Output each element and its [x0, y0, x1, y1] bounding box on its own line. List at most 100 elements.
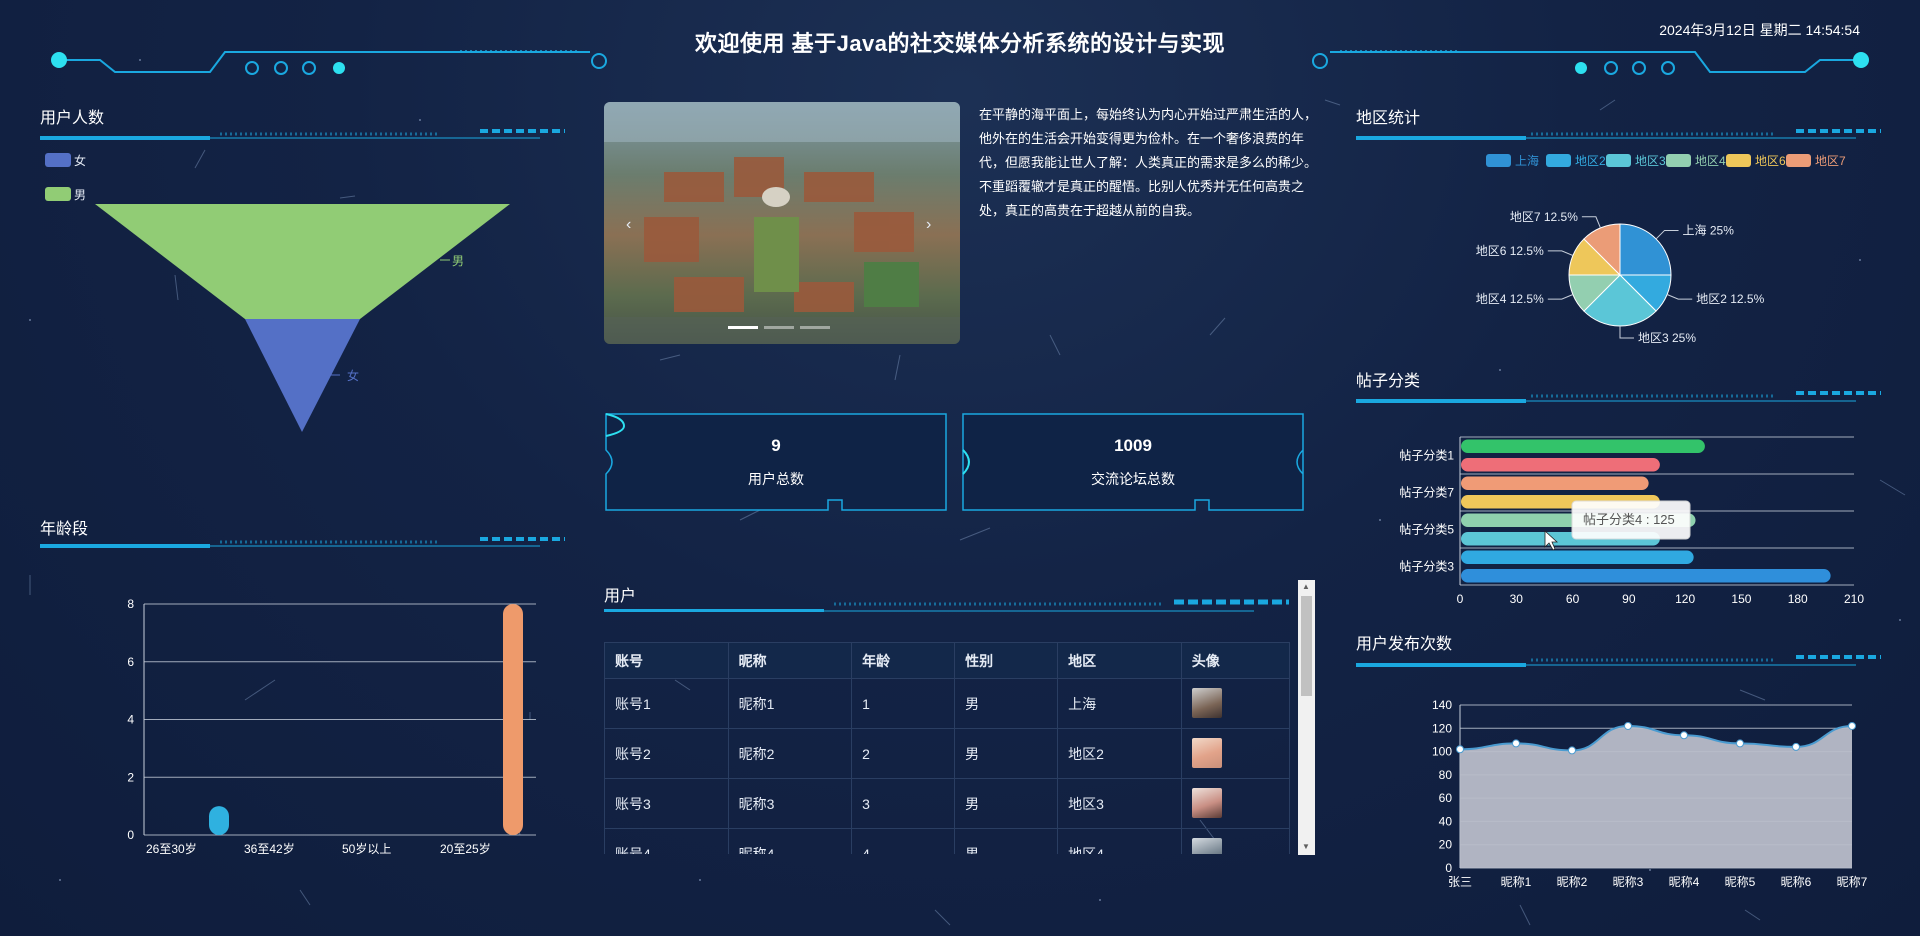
scroll-up-icon[interactable]: ▲	[1302, 582, 1310, 591]
gender-funnel-chart: 男 女	[95, 204, 510, 432]
x-tick-label: 昵称5	[1725, 875, 1756, 889]
data-point[interactable]	[1848, 721, 1856, 730]
avatar-photo-icon[interactable]	[1191, 737, 1222, 768]
cell-nickname: 昵称4	[727, 828, 853, 854]
column-header-region[interactable]: 地区	[1057, 642, 1182, 679]
column-header-avatar[interactable]: 头像	[1180, 642, 1290, 679]
tooltip-text: 帖子分类4 : 125	[1583, 512, 1675, 527]
age-bar-chart: 0 2 4 6 8 26至30岁 36至42岁 50岁以上 20至25岁	[127, 597, 536, 856]
y-tick-label: 20	[1439, 838, 1453, 852]
y-tick-label: 6	[127, 655, 134, 669]
section-title-user-posts: 用户发布次数	[1356, 636, 1453, 653]
category-bar[interactable]	[1461, 439, 1705, 454]
legend-label-female[interactable]: 女	[74, 152, 86, 169]
cell-gender: 男	[954, 828, 1059, 854]
card-frame	[962, 413, 1304, 511]
category-bar[interactable]	[1461, 458, 1660, 472]
pie-label-line	[1666, 294, 1693, 300]
avatar-photo-icon[interactable]	[1191, 837, 1222, 854]
x-tick-label: 昵称1	[1501, 875, 1532, 889]
table-row[interactable]: 账号1 昵称1 1 男 上海	[604, 678, 1290, 729]
x-tick-label: 张三	[1448, 875, 1472, 889]
age-bar[interactable]	[209, 806, 229, 835]
x-tick-label: 90	[1622, 592, 1636, 605]
table-row[interactable]: 账号2 昵称2 2 男 地区2	[604, 728, 1290, 779]
y-tick-label: 80	[1439, 768, 1453, 782]
data-point[interactable]	[1512, 739, 1520, 748]
avatar-photo-icon[interactable]	[1191, 687, 1222, 718]
legend-swatch[interactable]	[1486, 154, 1511, 167]
pie-label: 地区4 12.5%	[1476, 292, 1544, 306]
section-divider	[604, 599, 1289, 612]
funnel-segment-female[interactable]	[245, 319, 360, 432]
stat-value-forum: 1009	[1114, 436, 1152, 455]
stat-label-users: 用户总数	[748, 471, 804, 487]
legend-swatch[interactable]	[1726, 154, 1751, 167]
legend-label[interactable]: 上海	[1515, 153, 1539, 168]
legend-swatch[interactable]	[1666, 154, 1691, 167]
pie-label: 地区2 12.5%	[1696, 292, 1764, 306]
x-tick-label: 昵称3	[1613, 875, 1644, 889]
cell-region: 地区2	[1057, 728, 1182, 779]
cell-nickname: 昵称3	[727, 778, 853, 829]
y-tick-label: 帖子分类3	[1399, 559, 1454, 574]
data-point[interactable]	[1680, 731, 1688, 740]
legend-label[interactable]: 地区6	[1755, 154, 1786, 168]
card-frame	[605, 413, 947, 511]
chevron-right-icon[interactable]: ›	[926, 216, 931, 234]
y-tick-label: 40	[1439, 814, 1453, 828]
legend-label[interactable]: 地区2	[1575, 154, 1606, 168]
table-row[interactable]: 账号4 昵称4 4 男 地区4	[604, 828, 1290, 854]
data-point[interactable]	[1624, 721, 1632, 730]
legend-swatch[interactable]	[1786, 154, 1811, 167]
carousel-indicator-3[interactable]	[800, 326, 830, 329]
y-tick-label: 120	[1432, 721, 1452, 735]
chevron-left-icon[interactable]: ‹	[626, 216, 631, 234]
carousel-indicator-1[interactable]	[728, 326, 758, 329]
data-point[interactable]	[1568, 746, 1576, 755]
cell-avatar	[1180, 678, 1290, 729]
cell-account: 账号4	[604, 828, 729, 854]
column-header-account[interactable]: 账号	[604, 642, 729, 679]
legend-label[interactable]: 地区7	[1815, 154, 1846, 168]
age-bar[interactable]	[503, 604, 523, 835]
column-header-gender[interactable]: 性别	[954, 642, 1059, 679]
funnel-segment-male[interactable]	[95, 204, 510, 319]
legend-label[interactable]: 地区3	[1635, 154, 1666, 168]
campus-carousel[interactable]: ‹ ›	[604, 102, 960, 344]
region-pie-chart: 上海 地区2 地区3 地区4 地区6 地区7 上海 25% 地区2 12.5% 地区3 25% 地…	[1476, 153, 1846, 345]
chart-tooltip: 帖子分类4 : 125	[1571, 500, 1691, 540]
pie-label-line	[1655, 229, 1679, 240]
avatar-photo-icon[interactable]	[1191, 787, 1222, 818]
x-tick-label: 昵称4	[1669, 875, 1700, 889]
cell-region: 上海	[1057, 678, 1182, 729]
table-row[interactable]: 账号3 昵称3 3 男 地区3	[604, 778, 1290, 829]
x-tick-label: 30	[1510, 592, 1524, 605]
column-header-nickname[interactable]: 昵称	[727, 642, 853, 679]
category-bar[interactable]	[1461, 550, 1694, 565]
scroll-down-icon[interactable]: ▼	[1302, 842, 1310, 851]
table-scrollbar[interactable]: ▲ ▼	[1298, 580, 1315, 855]
legend-swatch[interactable]	[1546, 154, 1571, 167]
x-tick-label: 150	[1731, 592, 1751, 605]
x-tick-label: 180	[1788, 592, 1808, 605]
intro-paragraph: 在平静的海平面上，每始终认为内心开始过严肃生活的人，他外在的生活会开始变得更为俭…	[979, 107, 1318, 218]
data-point[interactable]	[1456, 745, 1464, 754]
y-tick-label: 2	[127, 770, 134, 784]
category-bar[interactable]	[1461, 569, 1831, 583]
column-header-age[interactable]: 年龄	[851, 642, 956, 679]
data-point[interactable]	[1792, 742, 1800, 751]
pie-label: 地区7 12.5%	[1510, 210, 1578, 224]
legend-label[interactable]: 地区4	[1695, 154, 1726, 168]
x-tick-label: 昵称2	[1557, 875, 1588, 889]
legend-swatch-female[interactable]	[45, 153, 71, 167]
data-point[interactable]	[1736, 739, 1744, 748]
pie-label: 地区6 12.5%	[1476, 244, 1544, 258]
category-bar[interactable]	[1461, 476, 1649, 491]
legend-swatch[interactable]	[1606, 154, 1631, 167]
carousel-indicator-2[interactable]	[764, 326, 794, 329]
scrollbar-thumb[interactable]	[1301, 596, 1312, 696]
users-table-container[interactable]: 账号 昵称 年龄 性别 地区 头像 账号1 昵称1 1 男 上海 账号2 昵称2…	[604, 642, 1290, 854]
y-tick-label: 4	[127, 713, 134, 727]
x-tick-label: 50岁以上	[342, 841, 391, 856]
